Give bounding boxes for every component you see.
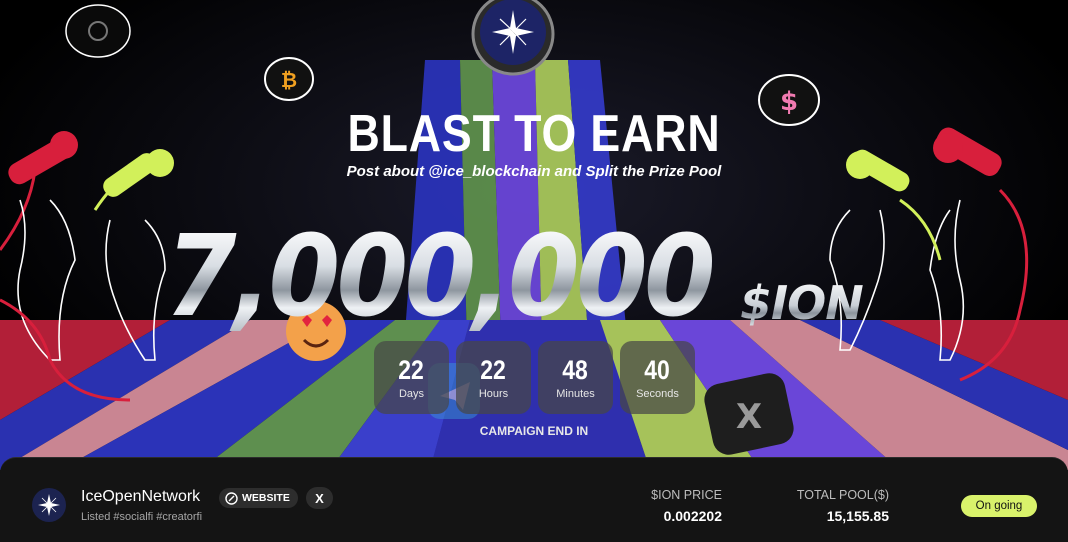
- hero-subtitle: Post about @ice_blockchain and Split the…: [346, 163, 722, 180]
- x-social-button[interactable]: X: [306, 487, 333, 509]
- countdown-value: 40: [644, 355, 671, 385]
- swirl-coin-icon: [65, 4, 131, 58]
- countdown-label: Seconds: [636, 388, 679, 400]
- bitcoin-coin-icon: ₿: [264, 57, 314, 101]
- prize-amount-unit: $ION: [740, 276, 864, 330]
- status-badge: On going: [961, 495, 1037, 517]
- pool-stat: TOTAL POOL($) 15,155.85: [780, 488, 889, 524]
- pool-value: 15,155.85: [826, 508, 889, 524]
- countdown-value: 22: [398, 355, 425, 385]
- x-icon: X: [315, 490, 324, 506]
- price-stat: $ION PRICE 0.002202: [640, 488, 722, 524]
- countdown-value: 48: [562, 355, 589, 385]
- ice-logo-coin-icon: [470, 0, 556, 78]
- countdown: 22 Days 22 Hours 48 Minutes 40 Seconds: [374, 341, 695, 414]
- campaign-end-label: CAMPAIGN END IN: [479, 424, 589, 438]
- countdown-label: Minutes: [556, 388, 595, 400]
- prize-amount-value: 7,000,000: [165, 212, 716, 342]
- project-name: IceOpenNetwork: [81, 488, 201, 505]
- globe-link-icon: [225, 491, 238, 505]
- price-value: 0.002202: [663, 508, 722, 524]
- website-button[interactable]: WEBSITE: [219, 488, 298, 508]
- svg-text:₿: ₿: [281, 68, 297, 92]
- countdown-label: Hours: [478, 388, 509, 400]
- pool-label: TOTAL POOL($): [796, 488, 889, 502]
- prize-amount: 7,000,000 $ION: [165, 212, 864, 342]
- price-label: $ION PRICE: [651, 488, 722, 502]
- countdown-value: 22: [480, 355, 507, 385]
- website-button-label: WEBSITE: [242, 492, 290, 504]
- hero-title: BLAST TO EARN: [347, 105, 721, 163]
- countdown-days: 22 Days: [374, 341, 449, 414]
- project-info-bar: IceOpenNetwork Listed #socialfi #creator…: [0, 457, 1068, 542]
- project-tags: Listed #socialfi #creatorfi: [81, 511, 203, 523]
- project-logo-icon: [32, 488, 66, 522]
- countdown-minutes: 48 Minutes: [538, 341, 613, 414]
- countdown-hours: 22 Hours: [456, 341, 531, 414]
- countdown-label: Days: [398, 388, 425, 400]
- countdown-seconds: 40 Seconds: [620, 341, 695, 414]
